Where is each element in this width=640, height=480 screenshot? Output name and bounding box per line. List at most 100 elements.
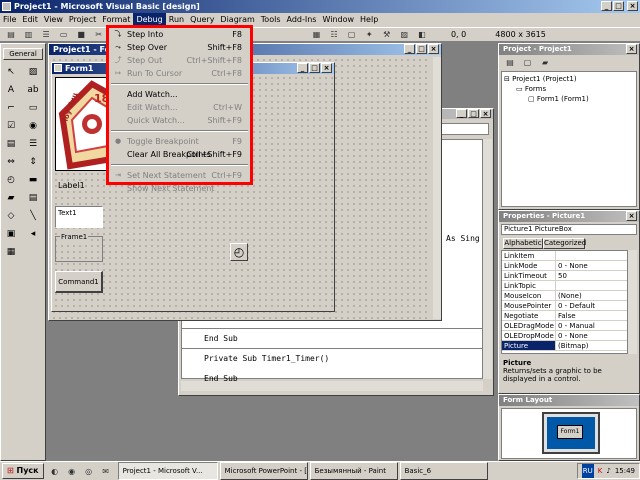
property-row[interactable]: LinkMode 0 - None <box>502 261 627 271</box>
commandbutton-icon[interactable]: ▭ <box>27 102 39 114</box>
debug-menu-item-set-next-statement[interactable]: ⇥ Set Next Statement Ctrl+F9 <box>109 169 250 182</box>
designer-vscrollbar[interactable] <box>433 57 441 319</box>
listbox-icon[interactable]: ☰ <box>27 138 39 150</box>
menu-editor-icon[interactable]: ☰ <box>39 28 53 41</box>
property-row[interactable]: MousePointer 0 - Default <box>502 301 627 311</box>
project-root-item[interactable]: ⊟ Project1 (Project1) <box>504 75 577 83</box>
pointer-icon[interactable]: ↖ <box>5 66 17 78</box>
property-row[interactable]: MouseIcon (None) <box>502 291 627 301</box>
drivelistbox-icon[interactable]: ▬ <box>27 174 39 186</box>
combobox-icon[interactable]: ▤ <box>5 138 17 150</box>
quicklaunch-opera-icon[interactable]: ◎ <box>82 465 96 478</box>
menu-view[interactable]: View <box>41 13 66 27</box>
command1-button[interactable]: Command1 <box>55 271 103 293</box>
open-icon[interactable]: ▭ <box>57 28 71 41</box>
minimize-button[interactable]: _ <box>601 1 612 11</box>
menu-tools[interactable]: Tools <box>258 13 284 27</box>
code-close-button[interactable]: × <box>480 109 491 118</box>
start-button[interactable]: ⊞ Пуск <box>2 463 44 479</box>
debug-menu-item-step-into[interactable]: ⤵ Step Into F8 <box>109 28 250 41</box>
toolbox-icon[interactable]: ⚒ <box>380 28 394 41</box>
tray-app-icon[interactable]: K <box>598 464 603 478</box>
property-row[interactable]: Negotiate False <box>502 311 627 321</box>
code-vscrollbar[interactable] <box>483 139 492 379</box>
debug-menu-item-toggle-breakpoint[interactable]: ● Toggle Breakpoint F9 <box>109 135 250 148</box>
debug-menu-item-run-to-cursor[interactable]: ↦ Run To Cursor Ctrl+F8 <box>109 67 250 80</box>
dirlistbox-icon[interactable]: ▰ <box>5 192 17 204</box>
task-paint[interactable]: Безымянный - Paint <box>309 462 398 480</box>
filelistbox-icon[interactable]: ▤ <box>27 192 39 204</box>
debug-menu-item-show-next-statement[interactable]: Show Next Statement <box>109 182 250 195</box>
property-value[interactable] <box>556 251 627 260</box>
debug-menu-item-step-out[interactable]: ⤴ Step Out Ctrl+Shift+F8 <box>109 54 250 67</box>
debug-menu-item-clear-all-breakpoints[interactable]: Clear All Breakpoints Ctrl+Shift+F9 <box>109 148 250 161</box>
menu-file[interactable]: File <box>0 13 19 27</box>
language-indicator[interactable]: RU <box>581 464 594 478</box>
property-value[interactable]: 0 - None <box>556 331 627 340</box>
property-row[interactable]: Picture (Bitmap) <box>502 341 627 351</box>
save-icon[interactable]: ■ <box>74 28 88 41</box>
maximize-button[interactable]: □ <box>613 1 624 11</box>
designer-maximize-button[interactable]: □ <box>416 44 427 54</box>
designer-minimize-button[interactable]: _ <box>404 44 415 54</box>
picturebox-icon[interactable]: ▨ <box>27 66 39 78</box>
task-powerpoint[interactable]: Microsoft PowerPoint - [... <box>219 462 308 480</box>
debug-menu-item-edit-watch[interactable]: Edit Watch... Ctrl+W <box>109 101 250 114</box>
tab-alphabetic[interactable]: Alphabetic <box>503 238 543 249</box>
tab-categorized[interactable]: Categorized <box>543 238 586 249</box>
form-layout-icon[interactable]: ▢ <box>345 28 359 41</box>
property-value[interactable] <box>556 281 627 290</box>
toolbox-general-tab[interactable]: General <box>3 48 43 60</box>
menu-help[interactable]: Help <box>357 13 381 27</box>
code-maximize-button[interactable]: □ <box>468 109 479 118</box>
cut-icon[interactable]: ✂ <box>92 28 106 41</box>
add-form-icon[interactable]: ▥ <box>22 28 36 41</box>
project-close-button[interactable]: × <box>626 44 637 54</box>
forms-folder-item[interactable]: ▭ Forms <box>516 85 546 93</box>
form1-tree-item[interactable]: ▢ Form1 (Form1) <box>528 95 589 103</box>
property-value[interactable]: (Bitmap) <box>556 341 627 350</box>
debug-menu-item-add-watch[interactable]: Add Watch... <box>109 88 250 101</box>
frame-icon[interactable]: ⌐ <box>5 102 17 114</box>
menu-edit[interactable]: Edit <box>19 13 41 27</box>
properties-close-button[interactable]: × <box>626 211 637 221</box>
property-row[interactable]: LinkTimeout 50 <box>502 271 627 281</box>
data-icon[interactable]: ◂ <box>27 228 39 240</box>
code-minimize-button[interactable]: _ <box>456 109 467 118</box>
data-view-icon[interactable]: ▨ <box>397 28 411 41</box>
properties-window-icon[interactable]: ☷ <box>327 28 341 41</box>
line-icon[interactable]: ╲ <box>27 210 39 222</box>
volume-icon[interactable]: ♪ <box>606 464 610 478</box>
frame1[interactable]: Frame1 <box>55 233 103 262</box>
image-icon[interactable]: ▣ <box>5 228 17 240</box>
task-vb[interactable]: Project1 - Microsoft V... <box>117 462 218 480</box>
optionbutton-icon[interactable]: ◉ <box>27 120 39 132</box>
object-dropdown[interactable]: Picture1 PictureBox <box>501 224 637 235</box>
shape-icon[interactable]: ◇ <box>5 210 17 222</box>
hscrollbar-icon[interactable]: ⇔ <box>5 156 17 168</box>
property-row[interactable]: LinkTopic <box>502 281 627 291</box>
menu-project[interactable]: Project <box>66 13 99 27</box>
menu-window[interactable]: Window <box>319 13 357 27</box>
quicklaunch-ie-icon[interactable]: ◉ <box>65 465 79 478</box>
property-row[interactable]: OLEDragMode 0 - Manual <box>502 321 627 331</box>
task-basic6[interactable]: Basic_6 <box>399 462 488 480</box>
debug-menu-item-quick-watch[interactable]: Quick Watch... Shift+F9 <box>109 114 250 127</box>
property-value[interactable]: 0 - None <box>556 261 627 270</box>
label1[interactable]: Label1 <box>58 181 85 190</box>
property-value[interactable]: 0 - Manual <box>556 321 627 330</box>
menu-addins[interactable]: Add-Ins <box>284 13 320 27</box>
close-button[interactable]: × <box>627 1 638 11</box>
vscrollbar-icon[interactable]: ⇕ <box>27 156 39 168</box>
project-explorer-icon[interactable]: ▦ <box>310 28 324 41</box>
textbox1[interactable]: Text1 <box>55 206 103 228</box>
timer-control-icon[interactable]: ◴ <box>230 243 248 261</box>
designer-close-button[interactable]: × <box>428 44 439 54</box>
quicklaunch-outlook-icon[interactable]: ✉ <box>99 465 113 478</box>
view-object-icon[interactable]: ▢ <box>521 56 535 69</box>
add-project-icon[interactable]: ▤ <box>4 28 18 41</box>
property-value[interactable]: 0 - Default <box>556 301 627 310</box>
property-row[interactable]: OLEDropMode 0 - None <box>502 331 627 341</box>
property-value[interactable]: 50 <box>556 271 627 280</box>
form-layout-form[interactable]: Form1 <box>557 425 583 439</box>
